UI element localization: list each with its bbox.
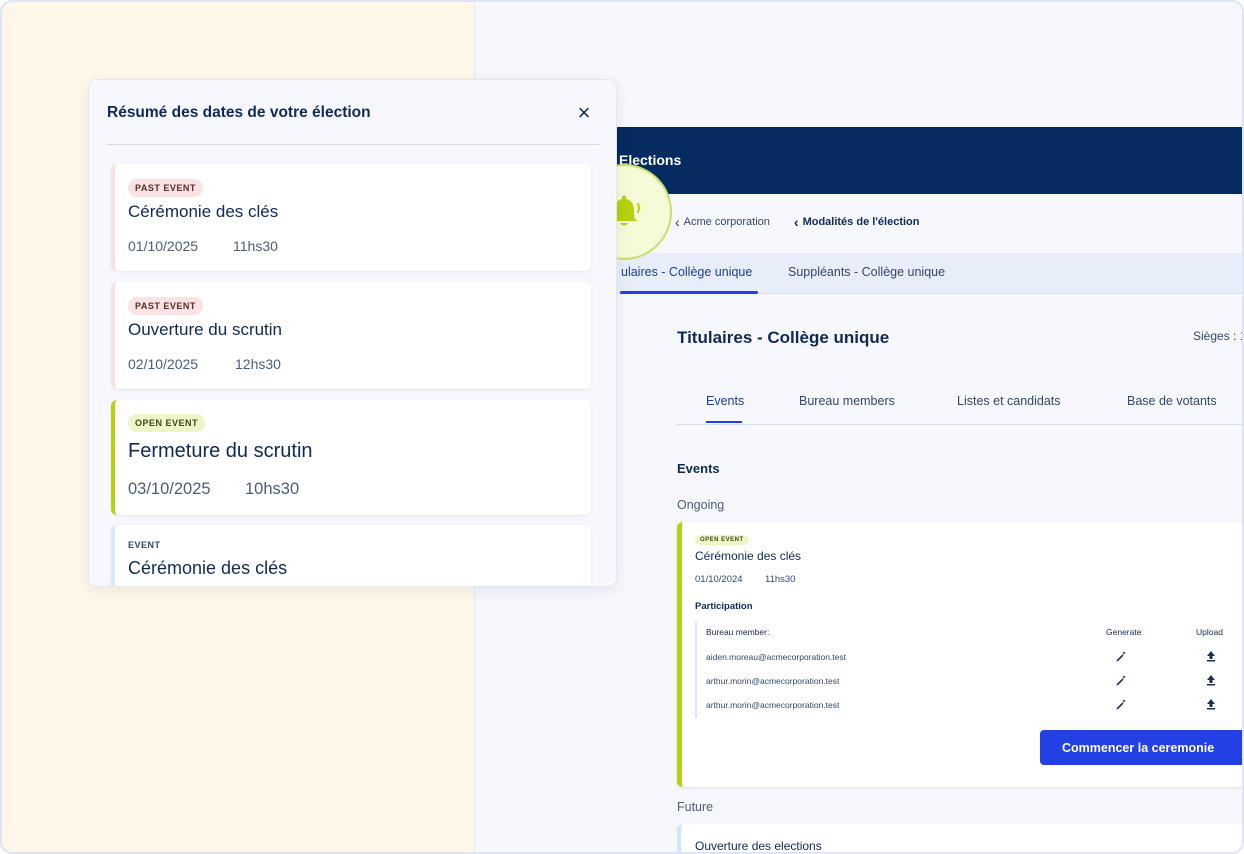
table-row-email: aiden.moreau@acmecorporation.test xyxy=(706,652,846,662)
event-card-past[interactable]: PAST EVENT Cérémonie des clés 01/10/2025… xyxy=(111,164,591,271)
active-subtab-indicator xyxy=(706,421,742,423)
column-header: Upload xyxy=(1196,627,1223,637)
event-date: 03/10/2025 xyxy=(128,480,211,498)
event-name: Ouverture des elections xyxy=(695,839,822,853)
table-row-email: arthur.morin@acmecorporation.test xyxy=(706,700,840,710)
events-heading: Events xyxy=(677,461,720,476)
participation-label: Participation xyxy=(695,601,753,612)
column-header: Generate xyxy=(1106,627,1142,637)
ongoing-event-card: OPEN EVENT Cérémonie des clés 01/10/2024… xyxy=(677,522,1242,787)
tab-bureau-members[interactable]: Bureau members xyxy=(799,394,895,408)
event-name: Cérémonie des clés xyxy=(128,202,279,221)
event-card-open[interactable]: OPEN EVENT Fermeture du scrutin 03/10/20… xyxy=(111,400,591,515)
event-date: 02/10/2025 xyxy=(128,356,199,372)
event-name: Fermeture du scrutin xyxy=(128,440,313,462)
election-dates-modal: Résumé des dates de votre élection × PAS… xyxy=(88,79,617,587)
tab-events[interactable]: Events xyxy=(706,394,744,408)
column-header: Bureau member: xyxy=(706,627,770,637)
magic-wand-icon[interactable] xyxy=(1116,698,1128,713)
event-time: 11hs30 xyxy=(765,574,796,585)
tab-base-votants[interactable]: Base de votants xyxy=(1127,394,1217,408)
magic-wand-icon[interactable] xyxy=(1116,674,1128,689)
sieges-label: Sièges : 1 xyxy=(1193,329,1244,343)
table-row-email: arthur.morin@acmecorporation.test xyxy=(706,676,840,686)
screenshot-frame: Elections ‹ Acme corporation ‹ Modalités… xyxy=(0,0,1244,854)
close-icon[interactable]: × xyxy=(573,102,595,124)
sub-tabs: Events Bureau members Listes et candidat… xyxy=(677,394,1242,425)
event-time: 12hs30 xyxy=(235,356,281,372)
event-date: 01/10/2025 xyxy=(128,238,199,254)
upload-icon[interactable] xyxy=(1206,650,1216,665)
magic-wand-icon[interactable] xyxy=(1116,650,1128,665)
event-card-upcoming[interactable]: EVENT Cérémonie des clés xyxy=(111,525,591,586)
status-badge: OPEN EVENT xyxy=(128,414,206,432)
upload-icon[interactable] xyxy=(1206,674,1216,689)
tab-listes-candidats[interactable]: Listes et candidats xyxy=(957,394,1061,408)
status-badge: PAST EVENT xyxy=(128,297,203,315)
status-badge: PAST EVENT xyxy=(128,179,203,197)
future-label: Future xyxy=(677,800,714,814)
ongoing-label: Ongoing xyxy=(677,498,725,512)
page-title: Titulaires - Collège unique xyxy=(677,328,890,347)
event-name: Ouverture du scrutin xyxy=(128,320,283,339)
modal-divider xyxy=(107,144,599,145)
status-badge: EVENT xyxy=(128,540,161,550)
event-card-past[interactable]: PAST EVENT Ouverture du scrutin 02/10/20… xyxy=(111,282,591,389)
start-ceremony-button[interactable]: Commencer la ceremonie xyxy=(1040,730,1242,765)
event-date: 01/10/2024 xyxy=(695,574,743,585)
event-time: 10hs30 xyxy=(245,480,300,498)
upload-icon[interactable] xyxy=(1206,698,1216,713)
modal-title: Résumé des dates de votre élection xyxy=(107,104,371,121)
event-name: Cérémonie des clés xyxy=(695,549,802,563)
future-event-card: Ouverture des elections xyxy=(677,824,1242,853)
participation-table: Bureau member: Generate Upload aiden.mor… xyxy=(695,622,1242,718)
status-badge: OPEN EVENT xyxy=(695,535,749,545)
main-content: Titulaires - Collège unique Sièges : 1 E… xyxy=(677,2,1244,853)
event-time: 11hs30 xyxy=(233,238,278,254)
event-name: Cérémonie des clés xyxy=(128,558,288,578)
